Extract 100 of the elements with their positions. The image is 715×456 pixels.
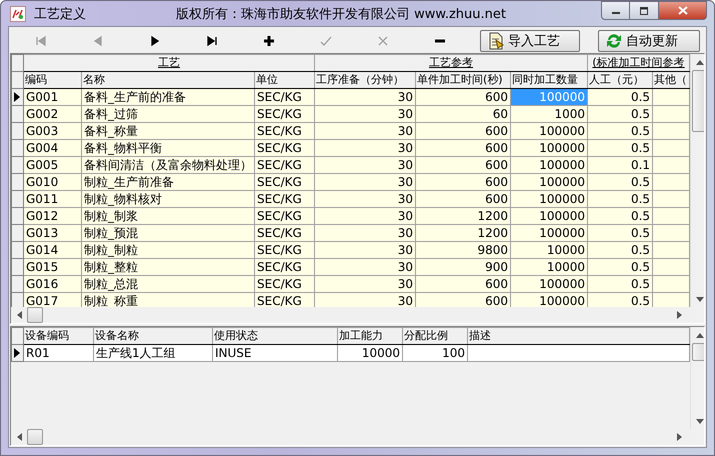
table-cell: 制粒_物料核对	[82, 190, 254, 208]
table-cell: 100000	[510, 224, 588, 242]
table-cell: 备料间清洁（及富余物料处理）	[82, 156, 254, 174]
table-cell: 30	[314, 140, 416, 156]
table-cell: 100000	[510, 156, 588, 174]
table-cell: 600	[416, 174, 511, 190]
table-cell: SEC/KG	[254, 140, 315, 156]
window-title: 工艺定义	[34, 6, 87, 22]
table-cell: SEC/KG	[254, 106, 315, 122]
table-cell: 0.5	[588, 208, 653, 224]
table-cell: 100000	[510, 174, 588, 190]
table-cell: 1000	[510, 106, 588, 122]
table-cell: SEC/KG	[254, 292, 315, 307]
table-cell: 100000	[510, 208, 588, 224]
table-cell: 30	[314, 174, 416, 190]
table-cell: 600	[416, 276, 511, 292]
table-cell: 备料_物料平衡	[82, 140, 254, 156]
table-cell: 600	[416, 156, 511, 174]
table-cell: G004	[24, 140, 82, 156]
table-cell: 1200	[416, 224, 511, 242]
table-cell: 30	[314, 190, 416, 208]
column-header: 分配比例	[402, 328, 468, 344]
table-cell: G002	[24, 106, 82, 122]
table-cell: SEC/KG	[254, 88, 315, 106]
column-header: 使用状态	[212, 328, 338, 344]
column-header: 名称	[82, 72, 254, 88]
table-cell: 100	[402, 344, 468, 362]
table-cell: 制粒_预混	[82, 224, 254, 242]
table-cell: 600	[416, 292, 511, 307]
table-cell: SEC/KG	[254, 190, 315, 208]
table-cell: 制粒_整粒	[82, 258, 254, 276]
column-header: 单件加工时间(秒)	[416, 72, 511, 88]
table-cell: 制粒_制浆	[82, 208, 254, 224]
table-cell: 0.5	[588, 122, 653, 140]
table-cell: 备料_生产前的准备	[82, 88, 254, 106]
table-cell: 100000	[510, 292, 588, 307]
column-header: 设备编码	[24, 328, 94, 344]
column-header: 其他（	[652, 72, 690, 88]
table-cell: 0.1	[588, 156, 653, 174]
table-cell: G010	[24, 174, 82, 190]
table-cell: 30	[314, 208, 416, 224]
table-cell: SEC/KG	[254, 276, 315, 292]
table-cell: 100000	[510, 140, 588, 156]
table-cell: 10000	[510, 258, 588, 276]
table-cell: 100000	[510, 122, 588, 140]
column-group-header: 工艺	[24, 54, 315, 72]
column-header: 同时加工数量	[510, 72, 588, 88]
table-cell: INUSE	[212, 344, 338, 362]
table-cell: G016	[24, 276, 82, 292]
table-cell: 制粒_制粒	[82, 242, 254, 258]
table-cell: 30	[314, 122, 416, 140]
table-cell: 900	[416, 258, 511, 276]
table-cell: R01	[24, 344, 94, 362]
table-cell: G017	[24, 292, 82, 307]
table-cell: 0.5	[588, 224, 653, 242]
column-header: 编码	[24, 72, 82, 88]
table-cell: G012	[24, 208, 82, 224]
table-cell: 0.5	[588, 190, 653, 208]
table-cell: SEC/KG	[254, 156, 315, 174]
table-cell: 600	[416, 122, 511, 140]
table-cell: 30	[314, 242, 416, 258]
table-cell: 0.5	[588, 258, 653, 276]
table-cell: SEC/KG	[254, 242, 315, 258]
table-cell: SEC/KG	[254, 224, 315, 242]
table-cell: G015	[24, 258, 82, 276]
table-cell: 10000	[510, 242, 588, 258]
column-header: 加工能力	[338, 328, 402, 344]
table-cell: G005	[24, 156, 82, 174]
column-header: 设备名称	[94, 328, 212, 344]
table-cell: 9800	[416, 242, 511, 258]
table-cell: 100000	[510, 276, 588, 292]
table-cell: 0.5	[588, 276, 653, 292]
table-cell: 10000	[338, 344, 402, 362]
table-cell: 0.5	[588, 106, 653, 122]
table-cell: G003	[24, 122, 82, 140]
import-button[interactable]: 导入工艺	[480, 30, 580, 52]
table-cell: 600	[416, 190, 511, 208]
table-cell: G013	[24, 224, 82, 242]
table-cell: 1200	[416, 208, 511, 224]
table-cell: 备料_称量	[82, 122, 254, 140]
table-cell: 0.5	[588, 174, 653, 190]
table-cell: G011	[24, 190, 82, 208]
table-cell: SEC/KG	[254, 122, 315, 140]
table-cell: 0.5	[588, 88, 653, 106]
table-cell: 100000	[510, 190, 588, 208]
table-cell: 30	[314, 258, 416, 276]
table-cell: 30	[314, 224, 416, 242]
refresh-button[interactable]: 自动更新	[598, 30, 700, 52]
copyright-text: 版权所有：珠海市助友软件开发有限公司 www.zhuu.net	[176, 6, 506, 22]
table-cell: 0.5	[588, 140, 653, 156]
table-cell: 0.5	[588, 242, 653, 258]
table-cell: 制粒_生产前准备	[82, 174, 254, 190]
column-group-header: 工艺参考	[314, 54, 588, 72]
column-header: 人工（元）	[588, 72, 653, 88]
table-cell: SEC/KG	[254, 208, 315, 224]
table-cell: SEC/KG	[254, 174, 315, 190]
column-header: 描述	[468, 328, 690, 344]
table-cell: 生产线1人工组	[94, 344, 212, 362]
table-cell: 30	[314, 156, 416, 174]
table-cell: SEC/KG	[254, 258, 315, 276]
